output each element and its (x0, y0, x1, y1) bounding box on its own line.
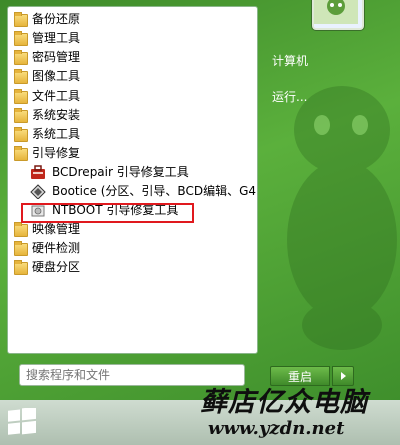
red-highlight-box (21, 203, 194, 223)
folder-icon (14, 50, 28, 65)
folder-label: 硬盘分区 (32, 260, 81, 274)
folder-icon (14, 260, 28, 275)
folder-label: 管理工具 (32, 31, 81, 45)
folder-icon (14, 12, 28, 27)
folder-icon (14, 241, 28, 256)
folder-label: 备份还原 (32, 12, 81, 26)
folder-label: 引导修复 (32, 146, 81, 160)
folder-icon (14, 222, 28, 237)
user-avatar[interactable] (312, 0, 364, 30)
watermark-url: www.yzdn.net (208, 418, 345, 439)
program-label: Bootice (分区、引导、BCD编辑、G4D (52, 184, 258, 198)
folder-icon (14, 146, 28, 161)
mascot-illustration (287, 86, 397, 350)
folder-label: 系统工具 (32, 127, 81, 141)
folder-label: 图像工具 (32, 69, 81, 83)
windows-start-icon[interactable] (6, 408, 38, 438)
watermark-title: 藓店亿众电脑 (200, 387, 368, 418)
folder-label: 文件工具 (32, 89, 81, 103)
folder-icon (14, 69, 28, 84)
computer-link[interactable]: 计算机 (272, 52, 308, 69)
folder-icon (14, 31, 28, 46)
run-link[interactable]: 运行... (272, 88, 307, 105)
folder-label: 系统安装 (32, 108, 81, 122)
folder-icon (14, 89, 28, 104)
folder-label: 硬件检测 (32, 241, 81, 255)
diamond-tool-icon (30, 184, 46, 199)
folder-icon (14, 108, 28, 123)
program-label: BCDrepair 引导修复工具 (52, 165, 189, 179)
folder-icon (14, 127, 28, 142)
user-picture-icon (314, 0, 358, 24)
folder-label: 密码管理 (32, 50, 81, 64)
toolbox-icon (31, 165, 45, 179)
programs-list: 备份还原 管理工具 密码管理 图像工具 文件工具 系统安装 系统工具 引导修复 … (7, 6, 258, 354)
